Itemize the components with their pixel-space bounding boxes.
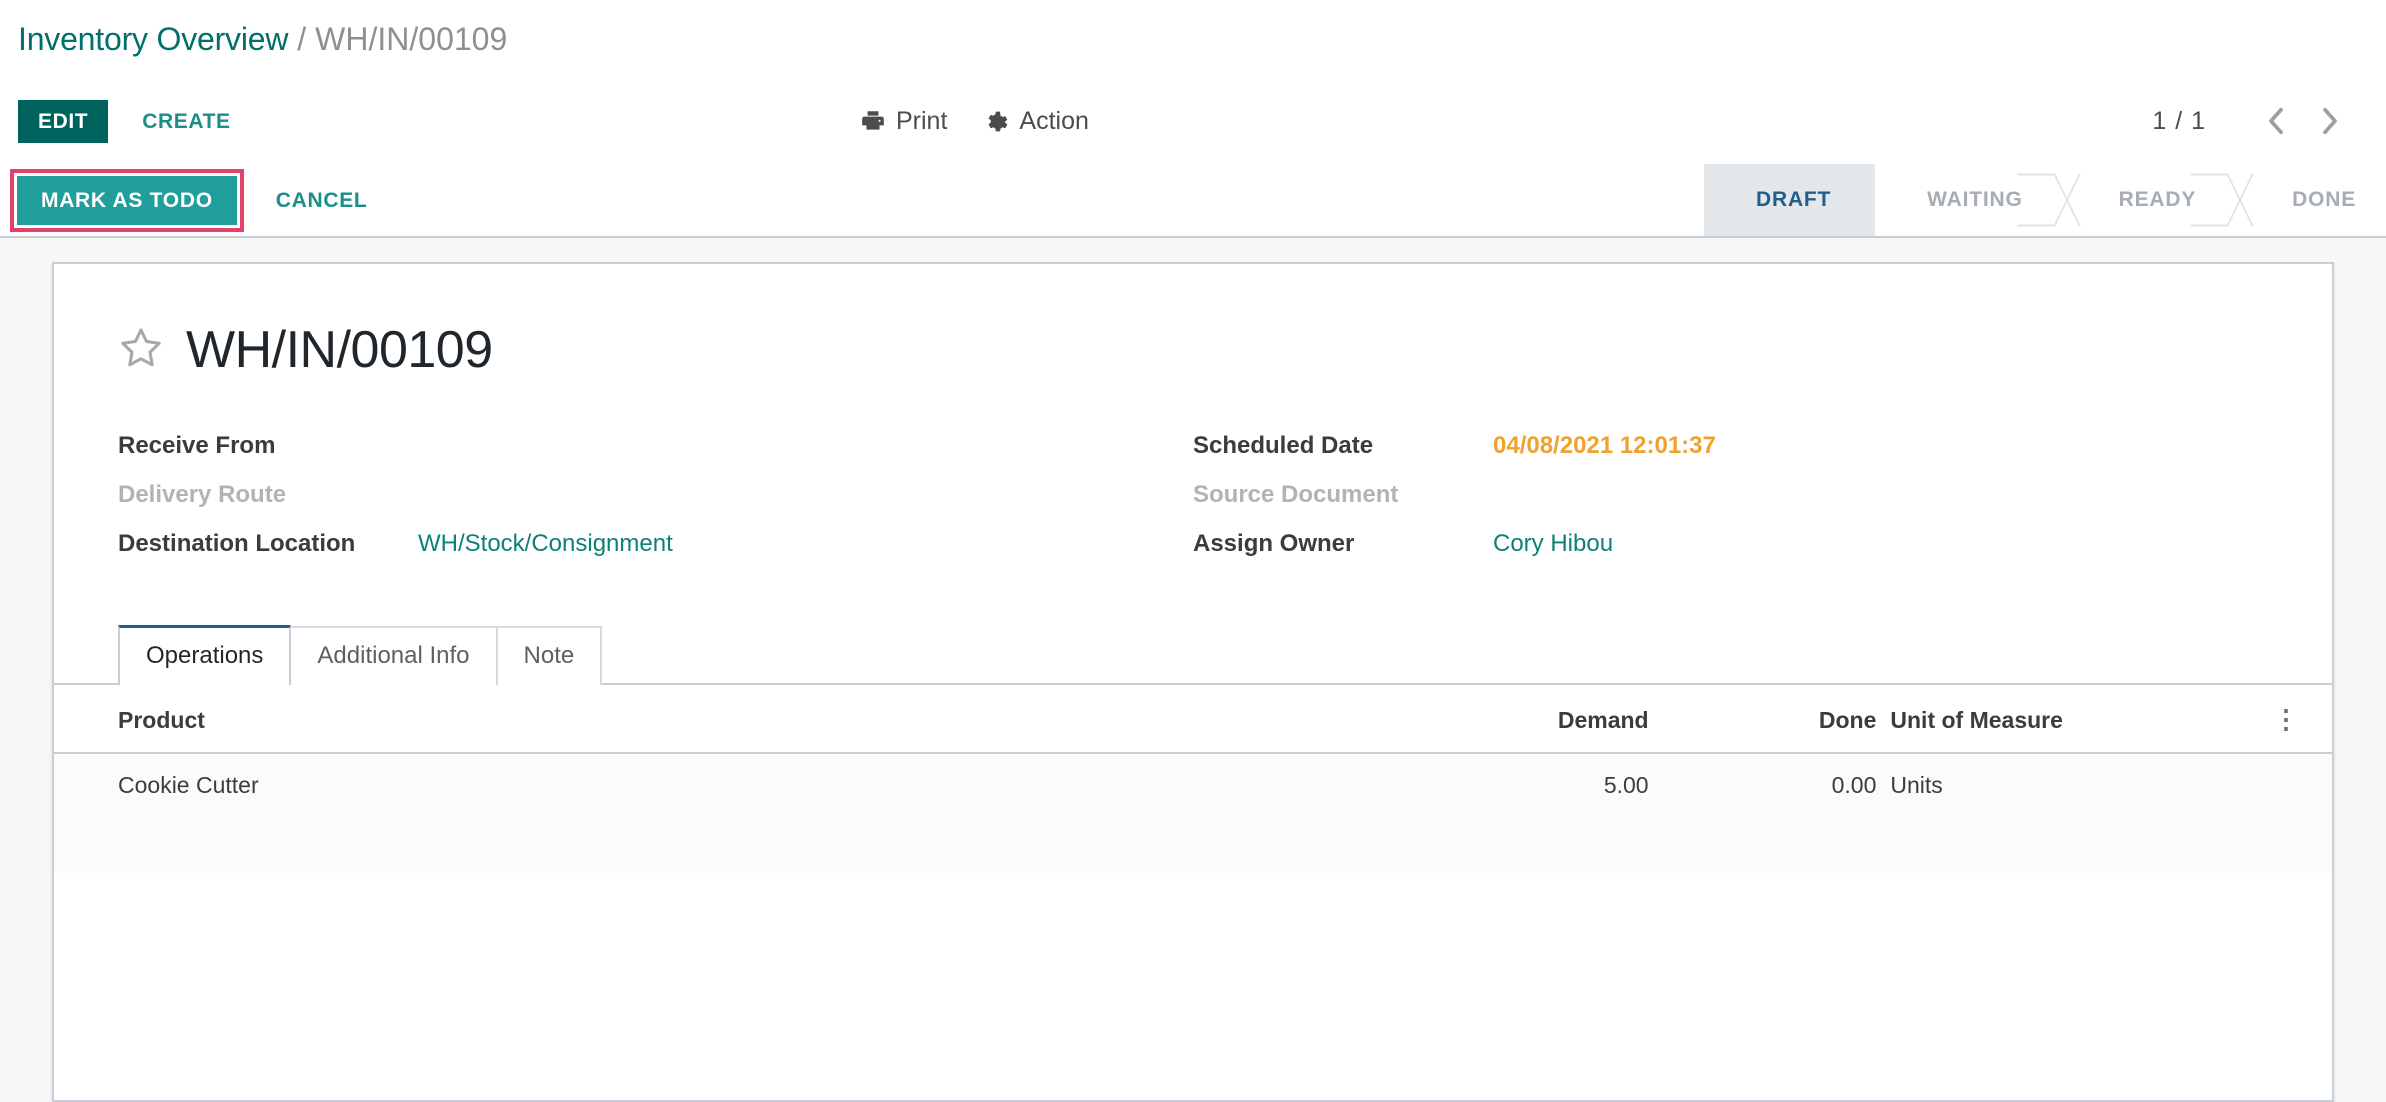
- column-header-demand[interactable]: Demand: [1101, 684, 1649, 754]
- table-header-row: Product Demand Done Unit of Measure ⋮: [54, 684, 2332, 754]
- chevron-right-icon: [2323, 107, 2337, 135]
- status-stage-waiting[interactable]: WAITING: [1875, 164, 2066, 236]
- create-button[interactable]: CREATE: [122, 100, 250, 143]
- cell-demand[interactable]: 5.00: [1101, 752, 1649, 817]
- field-label-destination-location: Destination Location: [118, 530, 356, 557]
- pager-count: 1 / 1: [2152, 106, 2206, 135]
- breadcrumb-separator: /: [297, 20, 307, 57]
- page-title: WH/IN/00109: [186, 321, 493, 379]
- pager-previous-button[interactable]: [2254, 99, 2298, 143]
- column-header-product[interactable]: Product: [54, 684, 1102, 754]
- notebook-tabs: Operations Additional Info Note: [54, 625, 2332, 685]
- field-label-receive-from: Receive From: [118, 432, 276, 459]
- breadcrumb: Inventory Overview / WH/IN/00109: [0, 0, 2386, 78]
- field-delivery-route: Delivery Route: [118, 481, 1193, 530]
- optional-columns-toggle[interactable]: ⋮: [2262, 684, 2332, 754]
- star-outline-icon[interactable]: [118, 325, 164, 376]
- operations-table: Product Demand Done Unit of Measure ⋮ Co…: [54, 684, 2332, 817]
- table-empty-band: [54, 816, 2332, 873]
- status-stage-ready[interactable]: READY: [2067, 164, 2241, 236]
- control-panel-actions: Print Action: [860, 107, 1089, 136]
- field-value-destination-location[interactable]: WH/Stock/Consignment: [418, 530, 673, 558]
- cell-unit-of-measure[interactable]: Units: [1876, 752, 2262, 817]
- page-body: WH/IN/00109 Receive From Delivery Route …: [0, 238, 2386, 1102]
- table-row[interactable]: Cookie Cutter 5.00 0.00 Units: [54, 752, 2332, 817]
- notebook: Operations Additional Info Note Product …: [54, 625, 2332, 873]
- field-label-source-document: Source Document: [1193, 481, 1399, 508]
- statusbar-buttons: MARK AS TODO CANCEL: [0, 168, 390, 232]
- mark-as-todo-highlight: MARK AS TODO: [10, 168, 244, 232]
- edit-button[interactable]: EDIT: [18, 99, 109, 143]
- status-stage-done[interactable]: DONE: [2240, 164, 2386, 236]
- field-value-assign-owner[interactable]: Cory Hibou: [1493, 530, 1613, 558]
- field-groups: Receive From Delivery Route Destination …: [118, 432, 2268, 579]
- vertical-ellipsis-icon: ⋮: [2273, 703, 2299, 734]
- field-label-scheduled-date: Scheduled Date: [1193, 432, 1374, 459]
- status-stages: DRAFT WAITING READY DONE: [1704, 164, 2386, 236]
- tab-additional-info[interactable]: Additional Info: [289, 626, 498, 685]
- cell-options: [2262, 752, 2332, 817]
- pager-next-button[interactable]: [2308, 99, 2352, 143]
- breadcrumb-current: WH/IN/00109: [315, 20, 508, 57]
- record-sheet: WH/IN/00109 Receive From Delivery Route …: [52, 262, 2334, 1102]
- field-assign-owner: Assign Owner Cory Hibou: [1193, 530, 2268, 579]
- print-button[interactable]: Print: [860, 107, 947, 136]
- tab-note[interactable]: Note: [495, 626, 603, 685]
- chevron-left-icon: [2269, 107, 2283, 135]
- field-group-right: Scheduled Date 04/08/2021 12:01:37 Sourc…: [1193, 432, 2268, 579]
- pager: 1 / 1: [2152, 99, 2352, 143]
- field-receive-from: Receive From: [118, 432, 1193, 481]
- print-label: Print: [896, 106, 948, 135]
- statusbar: MARK AS TODO CANCEL DRAFT WAITING READY …: [0, 164, 2386, 238]
- breadcrumb-root-link[interactable]: Inventory Overview: [18, 21, 288, 58]
- field-source-document: Source Document: [1193, 481, 2268, 530]
- printer-icon: [860, 108, 886, 134]
- cancel-button[interactable]: CANCEL: [254, 176, 390, 225]
- gear-icon: [983, 108, 1009, 134]
- status-stage-draft[interactable]: DRAFT: [1704, 164, 1876, 236]
- field-destination-location: Destination Location WH/Stock/Consignmen…: [118, 530, 1193, 579]
- action-button[interactable]: Action: [983, 106, 1089, 136]
- mark-as-todo-button[interactable]: MARK AS TODO: [17, 175, 237, 225]
- column-header-unit-of-measure[interactable]: Unit of Measure: [1876, 684, 2262, 754]
- field-scheduled-date: Scheduled Date 04/08/2021 12:01:37: [1193, 432, 2268, 481]
- action-label: Action: [1019, 106, 1089, 135]
- cell-product[interactable]: Cookie Cutter: [54, 752, 1102, 817]
- field-label-delivery-route: Delivery Route: [118, 481, 287, 508]
- field-group-left: Receive From Delivery Route Destination …: [118, 432, 1193, 579]
- cell-done[interactable]: 0.00: [1648, 752, 1877, 817]
- field-value-scheduled-date[interactable]: 04/08/2021 12:01:37: [1493, 432, 1716, 460]
- column-header-done[interactable]: Done: [1648, 684, 1877, 754]
- record-title-row: WH/IN/00109: [118, 320, 2268, 380]
- control-panel: EDIT CREATE Print Action 1 / 1: [0, 78, 2386, 164]
- tab-operations[interactable]: Operations: [118, 625, 292, 685]
- field-label-assign-owner: Assign Owner: [1193, 530, 1355, 557]
